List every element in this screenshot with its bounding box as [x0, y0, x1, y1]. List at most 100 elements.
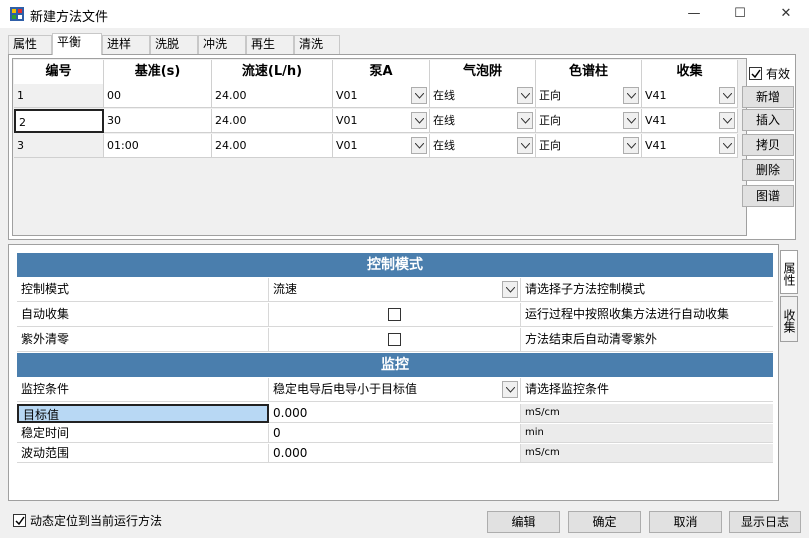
valid-checkbox[interactable] — [749, 67, 762, 80]
tab-rinse[interactable]: 冲洗 — [198, 35, 246, 54]
dropdown-arrow-icon[interactable] — [623, 112, 639, 129]
dropdown-arrow-icon[interactable] — [502, 381, 518, 398]
cell-no-selected[interactable]: 2 — [14, 109, 104, 133]
copy-step-button[interactable]: 拷贝 — [742, 134, 794, 156]
prop-desc: 运行过程中按照收集方法进行自动收集 — [521, 303, 773, 327]
unit-label: mS/cm — [521, 404, 773, 423]
cell-pump-value: V01 — [336, 89, 358, 102]
maximize-button[interactable]: ☐ — [717, 0, 763, 28]
cell-no[interactable]: 1 — [14, 84, 104, 108]
cell-flow[interactable]: 24.00 — [212, 84, 333, 108]
auto-locate-checkbox[interactable] — [13, 514, 26, 527]
cell-pump[interactable]: V01 — [333, 109, 430, 133]
cell-column-value: 正向 — [539, 139, 561, 152]
add-step-button[interactable]: 新增 — [742, 86, 794, 108]
prop-label: 紫外清零 — [17, 328, 269, 352]
cell-column[interactable]: 正向 — [536, 134, 642, 158]
dropdown-arrow-icon[interactable] — [411, 87, 427, 104]
unit-label: mS/cm — [521, 444, 773, 463]
prop-label: 监控条件 — [17, 378, 269, 402]
cell-base[interactable]: 30 — [104, 109, 212, 133]
prop-label-selected[interactable]: 目标值 — [17, 404, 269, 423]
side-tab-collect[interactable]: 收集 — [780, 296, 798, 342]
cell-collect[interactable]: V41 — [642, 134, 738, 158]
prop-desc: 请选择子方法控制模式 — [521, 278, 773, 302]
dropdown-arrow-icon[interactable] — [517, 137, 533, 154]
cell-bubble[interactable]: 在线 — [430, 134, 536, 158]
tab-elution[interactable]: 洗脱 — [150, 35, 198, 54]
col-header-pump[interactable]: 泵A — [333, 60, 430, 84]
cell-collect[interactable]: V41 — [642, 109, 738, 133]
step-grid: 编号 基准(s) 流速(L/h) 泵A 气泡阱 色谱柱 收集 1 00 24.0… — [12, 58, 747, 236]
auto-collect-cell — [269, 303, 521, 327]
close-button[interactable]: ✕ — [763, 0, 809, 28]
control-mode-select[interactable]: 流速 — [269, 278, 521, 302]
stable-time-input[interactable]: 0 — [269, 424, 521, 443]
col-header-collect[interactable]: 收集 — [642, 60, 738, 84]
dropdown-arrow-icon[interactable] — [719, 87, 735, 104]
cell-no[interactable]: 3 — [14, 134, 104, 158]
cancel-button[interactable]: 取消 — [649, 511, 722, 533]
auto-collect-checkbox[interactable] — [388, 308, 401, 321]
prop-label: 波动范围 — [17, 444, 269, 463]
cell-column[interactable]: 正向 — [536, 109, 642, 133]
unit-label: min — [521, 424, 773, 443]
ok-button[interactable]: 确定 — [568, 511, 641, 533]
monitor-condition-select[interactable]: 稳定电导后电导小于目标值 — [269, 378, 521, 402]
insert-step-button[interactable]: 插入 — [742, 109, 794, 131]
cell-bubble[interactable]: 在线 — [430, 109, 536, 133]
tab-attributes[interactable]: 属性 — [8, 35, 52, 54]
cell-bubble-value: 在线 — [433, 139, 455, 152]
dropdown-arrow-icon[interactable] — [517, 87, 533, 104]
cell-collect[interactable]: V41 — [642, 84, 738, 108]
dropdown-arrow-icon[interactable] — [502, 281, 518, 298]
tab-injection[interactable]: 进样 — [102, 35, 150, 54]
dropdown-arrow-icon[interactable] — [411, 137, 427, 154]
cell-base[interactable]: 00 — [104, 84, 212, 108]
cell-pump[interactable]: V01 — [333, 84, 430, 108]
dropdown-arrow-icon[interactable] — [411, 112, 427, 129]
cell-column[interactable]: 正向 — [536, 84, 642, 108]
step-panel: 编号 基准(s) 流速(L/h) 泵A 气泡阱 色谱柱 收集 1 00 24.0… — [8, 54, 796, 240]
delete-step-button[interactable]: 删除 — [742, 159, 794, 181]
dropdown-arrow-icon[interactable] — [517, 112, 533, 129]
tab-regeneration[interactable]: 再生 — [246, 35, 294, 54]
minimize-button[interactable]: — — [671, 0, 717, 28]
fluctuation-input[interactable]: 0.000 — [269, 444, 521, 463]
side-tab-properties[interactable]: 属性 — [780, 250, 798, 294]
cell-column-value: 正向 — [539, 114, 561, 127]
col-header-base[interactable]: 基准(s) — [104, 60, 212, 84]
cell-bubble[interactable]: 在线 — [430, 84, 536, 108]
chromatogram-button[interactable]: 图谱 — [742, 185, 794, 207]
uv-zero-checkbox[interactable] — [388, 333, 401, 346]
prop-desc: 请选择监控条件 — [521, 378, 773, 402]
dropdown-arrow-icon[interactable] — [623, 87, 639, 104]
col-header-flow[interactable]: 流速(L/h) — [212, 60, 333, 84]
cell-column-value: 正向 — [539, 89, 561, 102]
tab-balance[interactable]: 平衡 — [52, 33, 102, 55]
dropdown-arrow-icon[interactable] — [719, 112, 735, 129]
prop-desc: 方法结束后自动清零紫外 — [521, 328, 773, 352]
monitor-condition-value: 稳定电导后电导小于目标值 — [273, 382, 418, 396]
cell-collect-value: V41 — [645, 139, 667, 152]
target-value-input[interactable]: 0.000 — [269, 404, 521, 423]
col-header-column[interactable]: 色谱柱 — [536, 60, 642, 84]
cell-bubble-value: 在线 — [433, 114, 455, 127]
auto-locate-label: 动态定位到当前运行方法 — [30, 514, 163, 528]
app-icon — [10, 7, 24, 21]
cell-base[interactable]: 01:00 — [104, 134, 212, 158]
tab-cleaning[interactable]: 清洗 — [294, 35, 340, 54]
cell-flow[interactable]: 24.00 — [212, 134, 333, 158]
cell-flow[interactable]: 24.00 — [212, 109, 333, 133]
show-log-button[interactable]: 显示日志 — [729, 511, 801, 533]
edit-button[interactable]: 编辑 — [487, 511, 560, 533]
dropdown-arrow-icon[interactable] — [719, 137, 735, 154]
cell-pump-value: V01 — [336, 139, 358, 152]
cell-pump-value: V01 — [336, 114, 358, 127]
property-panel: 控制模式 控制模式 流速 请选择子方法控制模式 自动收集 运行过程中按照收集方法… — [8, 244, 779, 501]
dropdown-arrow-icon[interactable] — [623, 137, 639, 154]
col-header-no[interactable]: 编号 — [14, 60, 104, 84]
col-header-bubble[interactable]: 气泡阱 — [430, 60, 536, 84]
cell-pump[interactable]: V01 — [333, 134, 430, 158]
method-tabs: 属性 平衡 进样 洗脱 冲洗 再生 清洗 — [8, 33, 788, 55]
